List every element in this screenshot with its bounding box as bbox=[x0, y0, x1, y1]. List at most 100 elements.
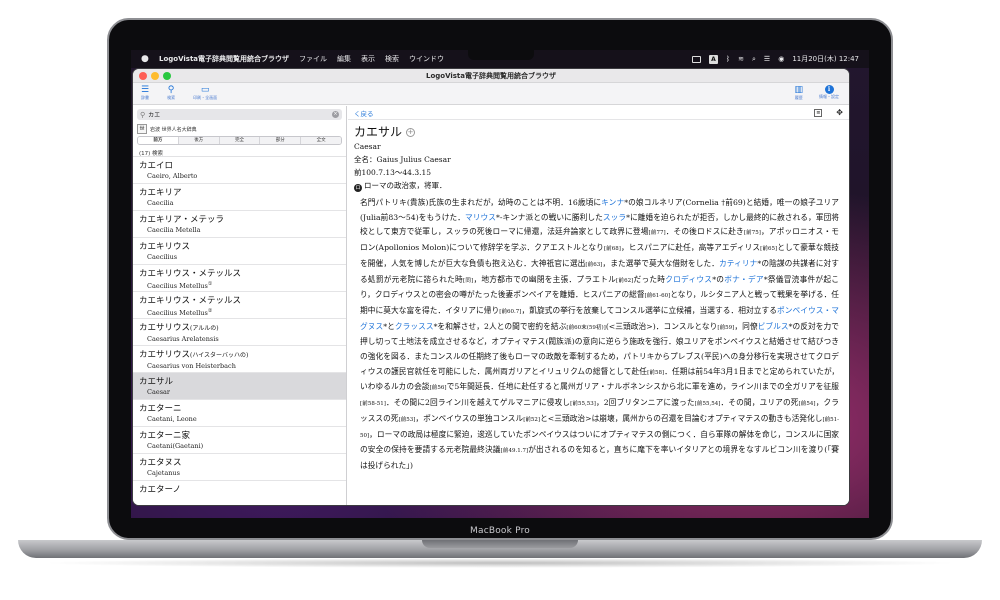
entry-kana-text: カエキリア・メテッラ bbox=[139, 215, 225, 225]
region-icon: ロ bbox=[354, 184, 362, 192]
menubar-clock[interactable]: 11月20日(木) 12:47 bbox=[792, 54, 859, 64]
body-text-run: ，2回ブリタンニアに渡った bbox=[595, 398, 695, 408]
menu-search[interactable]: 検索 bbox=[385, 54, 399, 64]
entry-kana: カエサリウス(ハイスターバッハの) bbox=[139, 349, 340, 362]
date-note: [前60末(59初)] bbox=[566, 324, 606, 331]
cross-reference-link[interactable]: ボナ・デア bbox=[724, 275, 764, 284]
window-title: LogoVista電子辞典閲覧用統合ブラウザ bbox=[425, 71, 557, 80]
list-item[interactable]: カエターニ家 Caetani(Gaetani) bbox=[133, 427, 346, 454]
cross-reference-link[interactable]: クロディウス bbox=[665, 275, 712, 284]
wifi-icon[interactable]: ≋ bbox=[738, 55, 744, 63]
body-text-run: ，凱旋式の挙行を放棄してコンスル選挙に立候補，当選する．相対立する bbox=[521, 305, 777, 315]
list-item[interactable]: カエイロ Caeiro, Alberto bbox=[133, 157, 346, 184]
cross-reference-link[interactable]: キンナ bbox=[601, 198, 624, 207]
entry-latin: Caecilius Metellus② bbox=[139, 307, 340, 318]
entry-latin: Caecilius bbox=[139, 253, 340, 262]
match-mode-segmented-control: 前方 後方 完全 部分 全文 bbox=[137, 136, 342, 145]
text-size-icon[interactable]: ≡ bbox=[814, 108, 823, 117]
list-item[interactable]: カエサリウス(アルルの) Caesarius Arelatensis bbox=[133, 319, 346, 346]
list-item[interactable]: カエキリウス・メテッルス Caecilius Metellus② bbox=[133, 292, 346, 319]
article-headword: カエサル + bbox=[354, 124, 843, 140]
info-button-label: 情報・設定 bbox=[819, 94, 839, 99]
bluetooth-icon[interactable]: ᛒ bbox=[726, 55, 730, 63]
device-label: MacBook Pro bbox=[470, 526, 530, 536]
display-icon[interactable] bbox=[691, 55, 701, 63]
toolbar-right: ▥ 履歴 i 情報・設定 bbox=[794, 85, 839, 100]
list-item[interactable]: カエターノ bbox=[133, 481, 346, 505]
article-role-text: ローマの政治家，将軍． bbox=[364, 181, 447, 190]
date-note: [前65] bbox=[760, 246, 778, 253]
entry-kana: カエターニ家 bbox=[139, 430, 340, 442]
control-center-icon[interactable]: ☰ bbox=[764, 55, 770, 63]
history-icon: ▭ bbox=[200, 85, 210, 95]
input-source-icon[interactable]: A bbox=[708, 54, 718, 64]
entry-kana: カエターニ bbox=[139, 403, 340, 415]
search-field[interactable]: ⚲ × bbox=[137, 109, 342, 120]
cross-reference-link[interactable]: スッラ bbox=[603, 213, 626, 222]
navigate-arrows-icon[interactable]: ✥ bbox=[836, 108, 843, 117]
dictionary-button[interactable]: ☰ 辞書 bbox=[141, 85, 149, 100]
close-window-icon[interactable] bbox=[139, 72, 147, 80]
body-text-run: ，地方都市での幽閉を主張．プラエトル bbox=[473, 274, 617, 284]
siri-icon[interactable]: ◉ bbox=[778, 55, 784, 63]
match-mode-prefix[interactable]: 前方 bbox=[138, 137, 179, 144]
article-content: カエサル + Caesar 全名：Gaius Julius Caesar 前10… bbox=[348, 120, 849, 478]
list-item[interactable]: カエタヌス Cajetanus bbox=[133, 454, 346, 481]
spotlight-icon[interactable]: ⌕ bbox=[752, 55, 756, 64]
entry-latin-text: Caecilia Metella bbox=[147, 226, 201, 234]
list-item[interactable]: カエキリア・メテッラ Caecilia Metella bbox=[133, 211, 346, 238]
info-button[interactable]: i 情報・設定 bbox=[819, 85, 839, 100]
body-text-run: ，また選挙で莫大な借財をした． bbox=[602, 258, 719, 268]
entry-sense-number: ① bbox=[207, 281, 213, 287]
laptop-base-notch bbox=[422, 540, 578, 548]
entry-latin: Caesarius Arelatensis bbox=[139, 335, 340, 344]
entry-latin: Caecilia bbox=[139, 199, 340, 208]
print-button[interactable]: ▭ 印刷・全画面 bbox=[193, 85, 217, 100]
date-note: [前55,54] bbox=[694, 401, 721, 408]
add-bookmark-icon[interactable]: + bbox=[406, 127, 416, 137]
entry-kana-text: カエサル bbox=[139, 377, 174, 387]
dictionary-selector[interactable]: 世 岩波 世界人名大辞典 bbox=[133, 123, 346, 135]
history-button[interactable]: ▥ 履歴 bbox=[794, 85, 803, 100]
date-note: [前75] bbox=[743, 230, 761, 237]
apple-menu-icon[interactable]: ● bbox=[141, 54, 153, 64]
print-button-label: 印刷・全画面 bbox=[193, 95, 218, 100]
search-button[interactable]: ⚲ 検索 bbox=[167, 85, 175, 100]
zoom-window-icon[interactable] bbox=[163, 72, 171, 80]
entry-kana-text: カエターニ bbox=[139, 404, 182, 414]
search-input[interactable] bbox=[148, 111, 332, 118]
list-item[interactable]: カエサル Caesar bbox=[133, 373, 346, 400]
cross-reference-link[interactable]: カティリナ bbox=[719, 259, 757, 268]
minimize-window-icon[interactable] bbox=[151, 72, 159, 80]
list-item[interactable]: カエキリア Caecilia bbox=[133, 184, 346, 211]
menu-window[interactable]: ウインドウ bbox=[409, 54, 444, 64]
article-dates: 前100.7.13〜44.3.15 bbox=[354, 168, 432, 177]
body-text-run: (<三頭政治>)．コンスルとなり bbox=[605, 321, 718, 331]
app-menu[interactable]: LogoVista電子辞典閲覧用統合ブラウザ bbox=[159, 54, 289, 64]
menu-edit[interactable]: 編集 bbox=[337, 54, 351, 64]
clear-search-icon[interactable]: × bbox=[332, 111, 339, 118]
entry-latin: Caetani, Leone bbox=[139, 415, 340, 424]
match-mode-partial[interactable]: 部分 bbox=[260, 137, 302, 144]
list-item[interactable]: カエキリウス Caecilius bbox=[133, 238, 346, 265]
menu-file[interactable]: ファイル bbox=[299, 54, 327, 64]
cross-reference-link[interactable]: クラッスス bbox=[395, 322, 434, 331]
cross-reference-link[interactable]: マリウス bbox=[465, 213, 496, 222]
date-note: [前53] bbox=[398, 416, 416, 423]
body-text-run: *と bbox=[383, 321, 395, 331]
match-mode-exact[interactable]: 完全 bbox=[219, 137, 261, 144]
menu-view[interactable]: 表示 bbox=[361, 54, 375, 64]
match-mode-fulltext[interactable]: 全文 bbox=[301, 137, 341, 144]
entry-kana: カエキリウス bbox=[139, 241, 340, 253]
match-mode-suffix[interactable]: 後方 bbox=[178, 137, 220, 144]
entry-sense-number: ② bbox=[207, 308, 213, 314]
list-item[interactable]: カエターニ Caetani, Leone bbox=[133, 400, 346, 427]
entry-kana-text: カエサリウス bbox=[139, 323, 191, 333]
entry-latin-text: Caesarius Arelatensis bbox=[147, 335, 219, 343]
back-button[interactable]: く戻る bbox=[354, 108, 374, 118]
article-latin: Caesar bbox=[354, 142, 381, 151]
list-item[interactable]: カエサリウス(ハイスターバッハの) Caesarius von Heisterba… bbox=[133, 346, 346, 373]
list-item[interactable]: カエキリウス・メテッルス Caecilius Metellus① bbox=[133, 265, 346, 292]
cross-reference-link[interactable]: ビブルス bbox=[758, 322, 789, 331]
search-field-icon: ⚲ bbox=[140, 110, 146, 119]
